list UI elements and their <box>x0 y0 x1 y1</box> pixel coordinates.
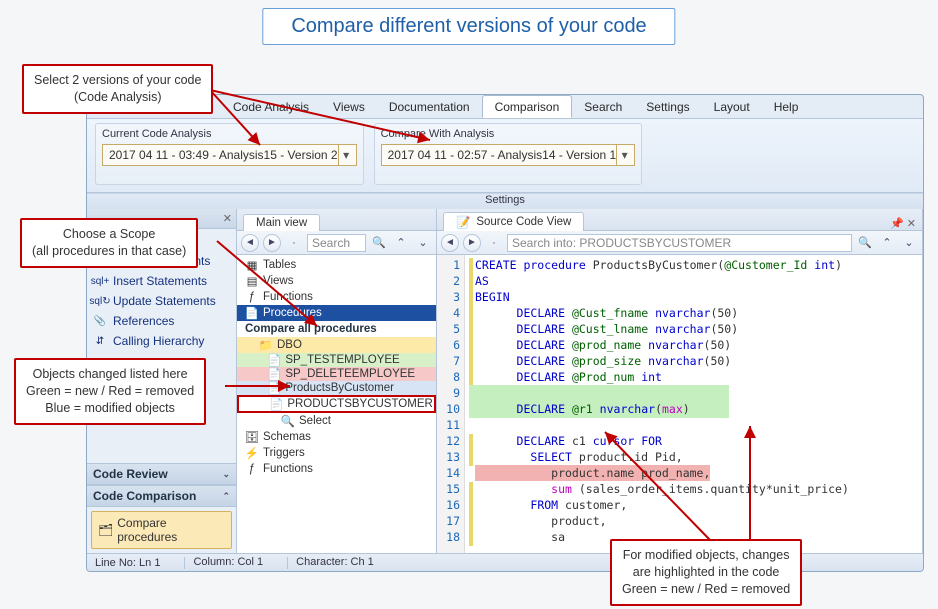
menu-layout[interactable]: Layout <box>702 95 762 118</box>
item-icon: sql+ <box>93 274 107 288</box>
code-tabstrip: 📝 Source Code View 📌 ✕ <box>437 209 922 231</box>
tree-object-productsbycustomer[interactable]: 📄PRODUCTSBYCUSTOMER <box>237 395 436 413</box>
code-toolbar: ◄ ► · Search into: PRODUCTSBYCUSTOMER 🔍 … <box>437 231 922 255</box>
menu-comparison[interactable]: Comparison <box>482 95 573 118</box>
menu-views[interactable]: Views <box>321 95 377 118</box>
ribbon-group-label: Current Code Analysis <box>102 128 357 140</box>
callout-choose-scope: Choose a Scope(all procedures in that ca… <box>20 218 198 268</box>
line-gutter: 123456789101112131415161718 <box>437 255 465 553</box>
combo-text: 2017 04 11 - 02:57 - Analysis14 - Versio… <box>388 148 617 162</box>
code-icon: 📝 <box>456 215 470 229</box>
tree-pane: Main view ◄ ► · Search 🔍 ⌃ ⌄ ▦Tables ▤Vi… <box>237 209 437 553</box>
code-body: 123456789101112131415161718 CREATE proce… <box>437 255 922 553</box>
tree-search-input[interactable]: Search <box>307 234 366 252</box>
ribbon: Current Code Analysis 2017 04 11 - 03:49… <box>87 119 923 193</box>
ribbon-group-current: Current Code Analysis 2017 04 11 - 03:49… <box>95 123 364 185</box>
menu-code-analysis[interactable]: Code Analysis <box>221 95 321 118</box>
code-pane: 📝 Source Code View 📌 ✕ ◄ ► · Search into… <box>437 209 923 553</box>
menu-help[interactable]: Help <box>762 95 811 118</box>
chevron-down-icon[interactable]: ▾ <box>338 145 354 165</box>
status-character: Character: Ch 1 <box>287 556 374 568</box>
menu-documentation[interactable]: Documentation <box>377 95 482 118</box>
divider: · <box>485 234 503 252</box>
page-title: Compare different versions of your code <box>262 8 675 45</box>
forward-button[interactable]: ► <box>263 234 281 252</box>
ribbon-group-compare: Compare With Analysis 2017 04 11 - 02:57… <box>374 123 643 185</box>
tree-select-sub[interactable]: 🔍Select <box>237 413 436 429</box>
callout-objects-changed: Objects changed listed hereGreen = new /… <box>14 358 206 425</box>
tab-main-view[interactable]: Main view <box>243 214 320 231</box>
pin-icon[interactable]: 📌 ✕ <box>890 217 916 230</box>
tree-node-tables[interactable]: ▦Tables <box>237 257 436 273</box>
tree-body: ▦Tables ▤Views ƒFunctions 📄Procedures Co… <box>237 255 436 553</box>
sidebar-item-update-statements[interactable]: sql↻Update Statements <box>87 291 236 311</box>
current-analysis-combo[interactable]: 2017 04 11 - 03:49 - Analysis15 - Versio… <box>102 144 357 166</box>
chevron-down-icon[interactable]: ▾ <box>616 145 632 165</box>
tree-node-functions2[interactable]: ƒFunctions <box>237 461 436 477</box>
tree-compare-header: Compare all procedures <box>237 321 436 337</box>
status-line: Line No: Ln 1 <box>95 557 160 569</box>
close-icon[interactable]: ✕ <box>223 212 232 225</box>
procedure-icon: 📄 <box>267 367 281 381</box>
menu-settings[interactable]: Settings <box>634 95 701 118</box>
compare-icon: 🗂 <box>98 523 113 537</box>
procedure-icon: 📄 <box>267 353 281 367</box>
ribbon-group-label: Compare With Analysis <box>381 128 636 140</box>
sidebar-item-insert-statements[interactable]: sql+Insert Statements <box>87 271 236 291</box>
compare-procedures-button[interactable]: 🗂 Compare procedures <box>91 511 232 549</box>
tree-object-productsbycustomer[interactable]: 📄ProductsByCustomer <box>237 381 436 395</box>
collapse-icon[interactable]: ⌃ <box>878 234 896 252</box>
tree-object-sp_deleteemployee[interactable]: 📄SP_DELETEEMPLOYEE <box>237 367 436 381</box>
sidebar-item-references[interactable]: 📎References <box>87 311 236 331</box>
section-code-review[interactable]: Code Review⌄ <box>87 463 236 485</box>
callout-code-highlight: For modified objects, changesare highlig… <box>610 539 802 606</box>
tree-node-functions[interactable]: ƒFunctions <box>237 289 436 305</box>
tab-source-code-view[interactable]: 📝 Source Code View <box>443 212 584 231</box>
divider: · <box>285 234 303 252</box>
tree-object-sp_testemployee[interactable]: 📄SP_TESTEMPLOYEE <box>237 353 436 367</box>
procedure-icon: 📄 <box>269 397 283 411</box>
expand-icon[interactable]: ⌄ <box>900 234 918 252</box>
tree-tabstrip: Main view <box>237 209 436 231</box>
back-button[interactable]: ◄ <box>441 234 459 252</box>
code-lines[interactable]: CREATE procedure ProductsByCustomer(@Cus… <box>465 255 922 553</box>
tree-node-triggers[interactable]: ⚡Triggers <box>237 445 436 461</box>
expand-icon[interactable]: ⌄ <box>414 234 432 252</box>
collapse-icon[interactable]: ⌃ <box>392 234 410 252</box>
chevron-up-icon: ⌃ <box>222 491 230 502</box>
search-icon[interactable]: 🔍 <box>370 234 388 252</box>
item-icon: ⇵ <box>93 334 107 348</box>
sidebar-item-calling-hierarchy[interactable]: ⇵Calling Hierarchy <box>87 331 236 351</box>
status-column: Column: Col 1 <box>184 556 263 568</box>
ribbon-settings-label: Settings <box>87 193 923 209</box>
compare-analysis-combo[interactable]: 2017 04 11 - 02:57 - Analysis14 - Versio… <box>381 144 636 166</box>
back-button[interactable]: ◄ <box>241 234 259 252</box>
procedure-icon: 📄 <box>267 381 281 395</box>
search-icon[interactable]: 🔍 <box>856 234 874 252</box>
combo-text: 2017 04 11 - 03:49 - Analysis15 - Versio… <box>109 148 338 162</box>
workspace: ✕ 🔍DefinitionsqlSelect Statementssql+Ins… <box>87 209 923 553</box>
tree-node-procedures[interactable]: 📄Procedures <box>237 305 436 321</box>
item-icon: 📎 <box>93 314 107 328</box>
button-label: Compare procedures <box>117 516 225 544</box>
tree-node-views[interactable]: ▤Views <box>237 273 436 289</box>
tree-toolbar: ◄ ► · Search 🔍 ⌃ ⌄ <box>237 231 436 255</box>
item-icon: sql↻ <box>93 294 107 308</box>
tree-schema-dbo[interactable]: 📁DBO <box>237 337 436 353</box>
forward-button[interactable]: ► <box>463 234 481 252</box>
code-search-input[interactable]: Search into: PRODUCTSBYCUSTOMER <box>507 234 852 252</box>
app-window: Code AnalysisViewsDocumentationCompariso… <box>86 94 924 572</box>
callout-select-versions: Select 2 versions of your code(Code Anal… <box>22 64 213 114</box>
menu-search[interactable]: Search <box>572 95 634 118</box>
tree-node-schemas[interactable]: 🗄Schemas <box>237 429 436 445</box>
chevron-down-icon: ⌄ <box>222 469 230 480</box>
section-code-comparison[interactable]: Code Comparison⌃ <box>87 485 236 507</box>
